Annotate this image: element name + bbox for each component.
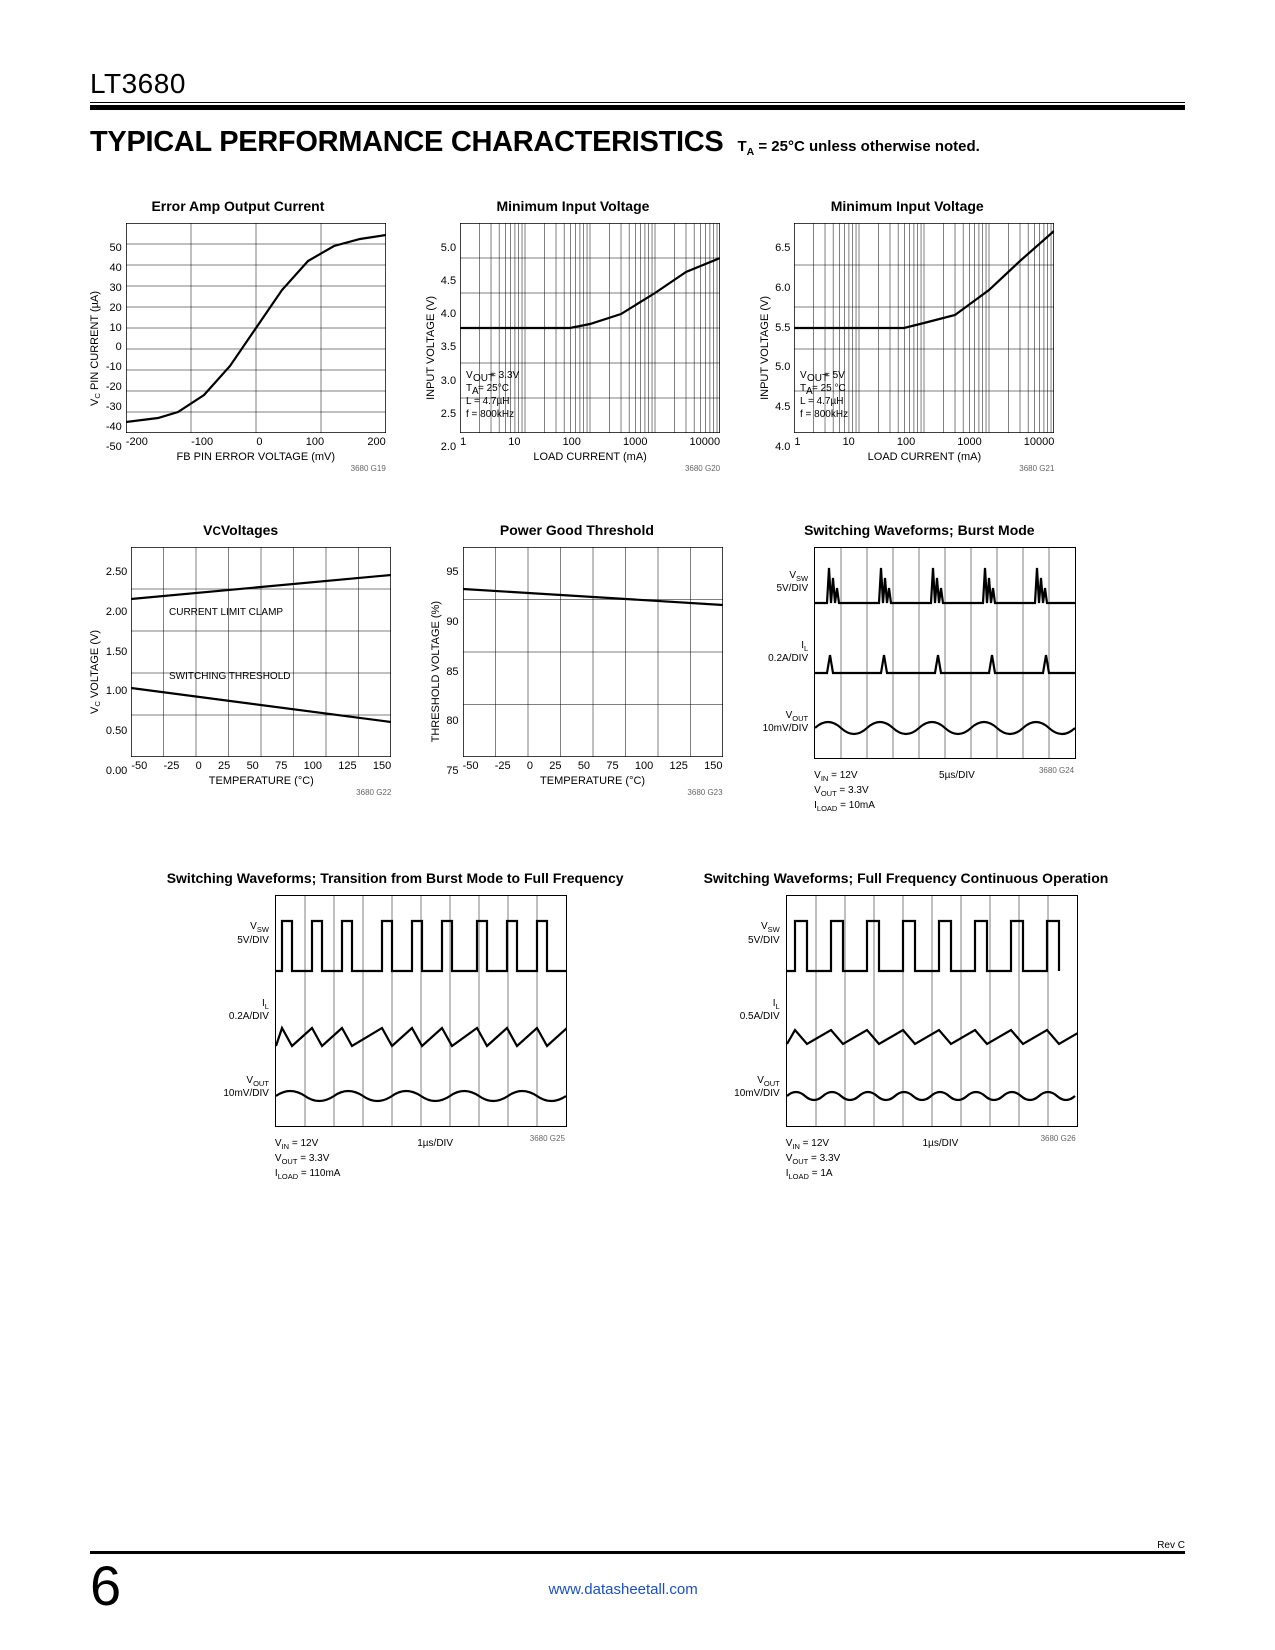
trace-label: VOUT10mV/DIV	[223, 1075, 269, 1099]
part-number: LT3680	[90, 70, 1185, 98]
chart-title: Switching Waveforms; Transition from Bur…	[167, 849, 624, 887]
chart-title: Error Amp Output Current	[151, 185, 324, 215]
figure-id: 3680 G19	[126, 465, 386, 473]
x-ticks: -50-250255075100125150	[463, 761, 723, 772]
chart-title: Switching Waveforms; Burst Mode	[804, 509, 1035, 539]
figure-id: 3680 G24	[1039, 767, 1074, 775]
scope-area	[275, 895, 567, 1127]
x-ticks: -50-250255075100125150	[131, 761, 391, 772]
x-axis-label: FB PIN ERROR VOLTAGE (mV)	[126, 452, 386, 463]
chart-g22: VC Voltages VC VOLTAGE (V) 2.502.001.501…	[90, 509, 391, 813]
trace-label: IL0.5A/DIV	[734, 998, 780, 1022]
y-ticks: 6.56.05.55.04.54.0	[775, 243, 790, 453]
y-ticks: 5.04.54.03.53.02.52.0	[441, 243, 456, 453]
figure-id: 3680 G22	[131, 789, 391, 797]
trace-label: VOUT10mV/DIV	[734, 1075, 780, 1099]
scope-conditions: VIN = 12VVOUT = 3.3VILOAD = 110mA	[275, 1137, 341, 1181]
plot-area: VOUT = 3.3V TA = 25°C L = 4.7µH f = 800k…	[460, 223, 720, 433]
chart-title: Switching Waveforms; Full Frequency Cont…	[704, 849, 1109, 887]
timebase: 5µs/DIV	[939, 769, 975, 813]
svg-text:f = 800kHz: f = 800kHz	[466, 409, 514, 420]
chart-g19: Error Amp Output Current VC PIN CURRENT …	[90, 185, 386, 473]
chart-g24: Switching Waveforms; Burst Mode VSW5V/DI…	[763, 509, 1077, 813]
y-axis-label: INPUT VOLTAGE (V)	[426, 296, 437, 400]
figure-id: 3680 G25	[530, 1135, 565, 1143]
figure-id: 3680 G20	[460, 465, 720, 473]
chart-g25: Switching Waveforms; Transition from Bur…	[167, 849, 624, 1181]
x-axis-label: LOAD CURRENT (mA)	[794, 452, 1054, 463]
svg-text:= 3.3V: = 3.3V	[490, 370, 520, 381]
y-ticks: 50403020100-10-20-30-40-50	[106, 243, 122, 453]
scope-conditions: VIN = 12VVOUT = 3.3VILOAD = 1A	[786, 1137, 840, 1181]
chart-title: Minimum Input Voltage	[831, 185, 984, 215]
chart-title: VC Voltages	[203, 509, 278, 539]
scope-conditions: VIN = 12VVOUT = 3.3VILOAD = 10mA	[814, 769, 875, 813]
x-axis-label: TEMPERATURE (°C)	[463, 776, 723, 787]
y-ticks: 9590858075	[446, 567, 458, 777]
svg-text:L = 4.7µH: L = 4.7µH	[466, 396, 509, 407]
rule-thick	[90, 105, 1185, 110]
x-ticks: -200-1000100200	[126, 437, 386, 448]
svg-text:f = 800kHz: f = 800kHz	[800, 409, 848, 420]
trace-label: VSW5V/DIV	[734, 921, 780, 945]
figure-id: 3680 G23	[463, 789, 723, 797]
scope-area	[786, 895, 1078, 1127]
plot-area: CURRENT LIMIT CLAMP SWITCHING THRESHOLD	[131, 547, 391, 757]
chart-title: Power Good Threshold	[500, 509, 654, 539]
figure-id: 3680 G21	[794, 465, 1054, 473]
trace-label: VSW5V/DIV	[223, 921, 269, 945]
y-axis-label: VC VOLTAGE (V)	[90, 630, 102, 714]
figure-id: 3680 G26	[1041, 1135, 1076, 1143]
trace-label: VOUT10mV/DIV	[763, 710, 809, 734]
plot-area: VOUT = 5V TA = 25 °C L = 4.7µH f = 800kH…	[794, 223, 1054, 433]
svg-text:V: V	[800, 370, 807, 381]
chart-g20: Minimum Input Voltage INPUT VOLTAGE (V) …	[426, 185, 720, 473]
x-axis-label: LOAD CURRENT (mA)	[460, 452, 720, 463]
svg-text:L = 4.7µH: L = 4.7µH	[800, 396, 843, 407]
svg-text:SWITCHING THRESHOLD: SWITCHING THRESHOLD	[169, 671, 291, 682]
trace-label: VSW5V/DIV	[763, 570, 809, 594]
section-condition: TA = 25°C unless otherwise noted.	[737, 139, 979, 158]
revision: Rev C	[90, 1541, 1185, 1551]
plot-area	[126, 223, 386, 433]
plot-area	[463, 547, 723, 757]
scope-area	[814, 547, 1076, 759]
y-axis-label: THRESHOLD VOLTAGE (%)	[431, 601, 442, 742]
page-number: 6	[90, 1558, 121, 1614]
footer-link[interactable]: www.datasheetall.com	[121, 1582, 1125, 1597]
section-title: TYPICAL PERFORMANCE CHARACTERISTICS	[90, 128, 723, 157]
svg-text:= 25°C: = 25°C	[478, 383, 509, 394]
chart-g21: Minimum Input Voltage INPUT VOLTAGE (V) …	[760, 185, 1054, 473]
trace-label: IL0.2A/DIV	[223, 998, 269, 1022]
rule-thin	[90, 102, 1185, 103]
svg-text:= 25 °C: = 25 °C	[812, 383, 846, 394]
svg-text:V: V	[466, 370, 473, 381]
x-ticks: 110100100010000	[794, 437, 1054, 448]
chart-g23: Power Good Threshold THRESHOLD VOLTAGE (…	[431, 509, 722, 813]
timebase: 1µs/DIV	[923, 1137, 959, 1181]
svg-text:= 5V: = 5V	[824, 370, 845, 381]
x-ticks: 110100100010000	[460, 437, 720, 448]
chart-title: Minimum Input Voltage	[496, 185, 649, 215]
y-ticks: 2.502.001.501.000.500.00	[106, 567, 127, 777]
y-axis-label: VC PIN CURRENT (µA)	[90, 291, 102, 406]
trace-label: IL0.2A/DIV	[763, 640, 809, 664]
timebase: 1µs/DIV	[417, 1137, 453, 1181]
footer-rule	[90, 1551, 1185, 1554]
x-axis-label: TEMPERATURE (°C)	[131, 776, 391, 787]
chart-g26: Switching Waveforms; Full Frequency Cont…	[704, 849, 1109, 1181]
svg-text:CURRENT LIMIT CLAMP: CURRENT LIMIT CLAMP	[169, 607, 283, 618]
y-axis-label: INPUT VOLTAGE (V)	[760, 296, 771, 400]
